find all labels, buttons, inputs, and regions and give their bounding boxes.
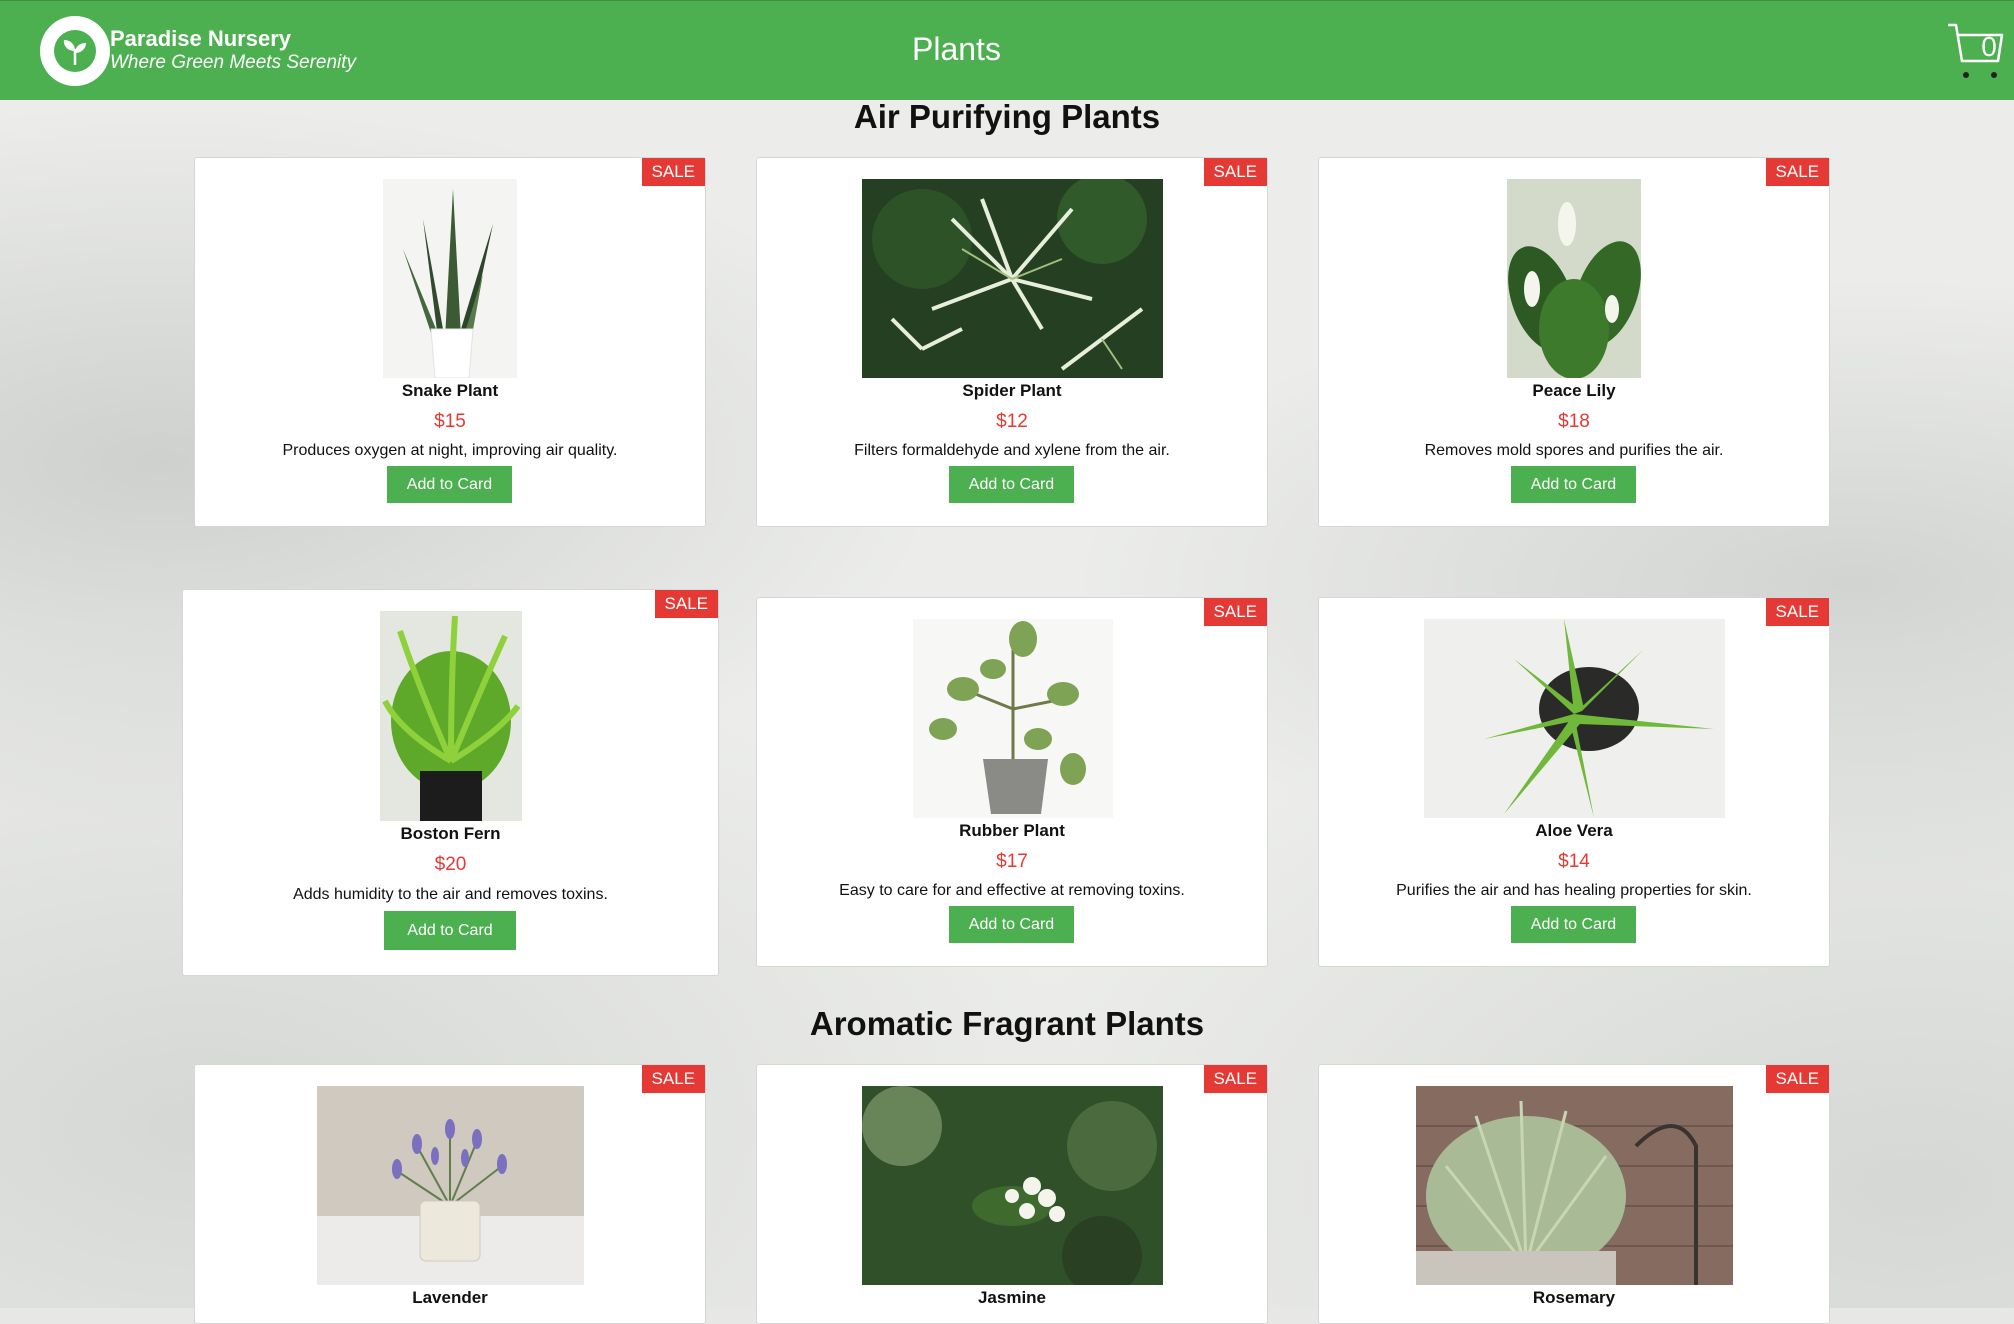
product-name: Rosemary [1532, 1288, 1616, 1307]
product-description: Produces oxygen at night, improving air … [282, 442, 618, 459]
product-name: Snake Plant [401, 381, 499, 400]
sale-badge: SALE [654, 590, 718, 618]
lavender-image [317, 1086, 584, 1285]
product-description: Purifies the air and has healing propert… [1396, 882, 1752, 899]
cart-button[interactable]: 0 [1946, 21, 2006, 81]
product-card-jasmine: SALE Jasmine [756, 1064, 1268, 1324]
jasmine-image [862, 1086, 1163, 1285]
product-name: Rubber Plant [959, 821, 1065, 840]
product-price: $20 [434, 854, 467, 875]
product-description: Easy to care for and effective at removi… [839, 882, 1185, 899]
product-name: Boston Fern [400, 824, 501, 843]
aloe-vera-image [1424, 619, 1725, 818]
logo[interactable] [40, 16, 110, 86]
sprout-icon [54, 30, 96, 72]
add-to-cart-button[interactable]: Add to Card [1511, 906, 1636, 943]
peace-lily-image [1507, 179, 1641, 378]
sale-badge: SALE [1765, 1065, 1829, 1093]
product-card-snake-plant: SALE Snake Plant $15 Produces oxygen at … [194, 157, 706, 527]
product-price: $15 [434, 411, 466, 432]
sale-badge: SALE [1765, 158, 1829, 186]
add-to-cart-button[interactable]: Add to Card [387, 466, 512, 503]
product-name: Peace Lily [1532, 381, 1616, 400]
brand-name[interactable]: Paradise Nursery [110, 26, 291, 52]
snake-plant-image [383, 179, 517, 378]
cart-count: 0 [1981, 31, 1997, 62]
product-card-aloe-vera: SALE Aloe Vera $14 Purifies the air and … [1318, 597, 1830, 967]
product-name: Aloe Vera [1535, 821, 1613, 840]
product-card-spider-plant: SALE Spider Plant $12 Filters formaldehy… [756, 157, 1268, 527]
sale-badge: SALE [1765, 598, 1829, 626]
sale-badge: SALE [641, 1065, 705, 1093]
product-card-boston-fern: SALE Boston Fern $20 Adds humidity to th… [182, 589, 719, 976]
sale-badge: SALE [1203, 598, 1267, 626]
add-to-cart-button[interactable]: Add to Card [949, 906, 1074, 943]
page-title[interactable]: Plants [912, 31, 1001, 68]
section-title-aromatic: Aromatic Fragrant Plants [809, 1005, 1205, 1042]
top-navbar: Paradise Nursery Where Green Meets Seren… [0, 0, 2014, 100]
product-price: $17 [996, 851, 1028, 872]
product-description: Adds humidity to the air and removes tox… [293, 886, 608, 903]
product-card-peace-lily: SALE Peace Lily $18 Removes mold spores … [1318, 157, 1830, 527]
product-description: Removes mold spores and purifies the air… [1424, 442, 1724, 459]
boston-fern-image [380, 611, 522, 821]
sale-badge: SALE [641, 158, 705, 186]
product-card-rosemary: SALE Rosemary [1318, 1064, 1830, 1324]
product-description: Filters formaldehyde and xylene from the… [854, 442, 1170, 459]
product-name: Lavender [412, 1288, 488, 1307]
add-to-cart-button[interactable]: Add to Card [384, 911, 516, 950]
product-price: $12 [996, 411, 1028, 432]
brand-tagline: Where Green Meets Serenity [110, 52, 357, 73]
product-price: $14 [1558, 851, 1590, 872]
product-price: $18 [1558, 411, 1590, 432]
product-card-rubber-plant: SALE Rubber Plant $17 Easy to care for a… [756, 597, 1268, 967]
rosemary-image [1416, 1086, 1733, 1285]
product-card-lavender: SALE Lavender [194, 1064, 706, 1324]
sale-badge: SALE [1203, 1065, 1267, 1093]
section-title-air-purifying: Air Purifying Plants [853, 98, 1161, 135]
rubber-plant-image [913, 619, 1113, 818]
sale-badge: SALE [1203, 158, 1267, 186]
product-name: Jasmine [977, 1288, 1047, 1307]
add-to-cart-button[interactable]: Add to Card [1511, 466, 1636, 503]
spider-plant-image [862, 179, 1163, 378]
product-name: Spider Plant [962, 381, 1062, 400]
add-to-cart-button[interactable]: Add to Card [949, 466, 1074, 503]
